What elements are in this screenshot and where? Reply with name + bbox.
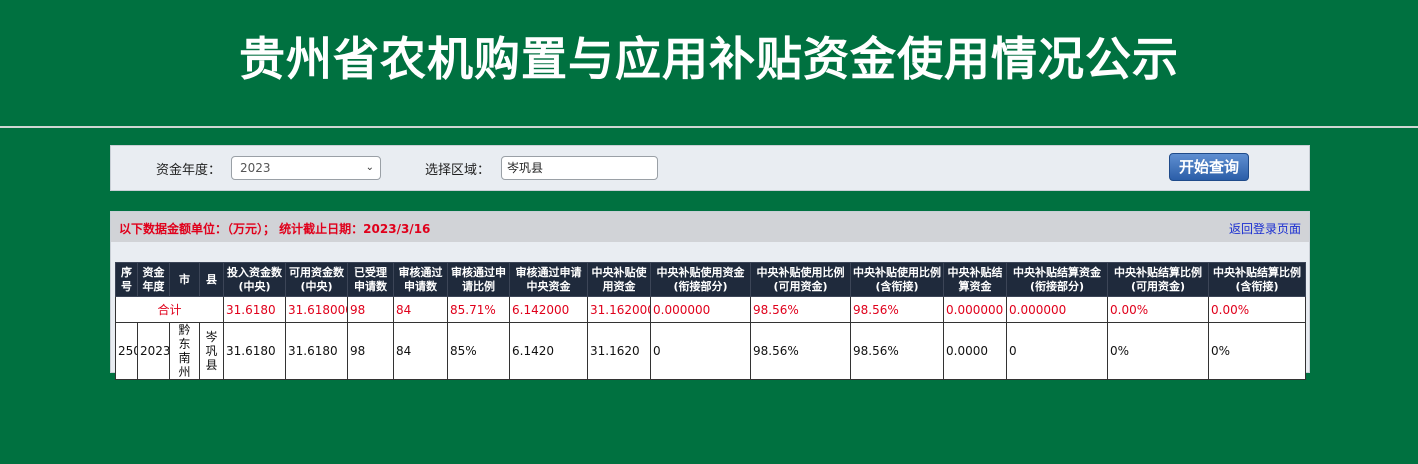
year-label: 资金年度： <box>156 163 222 178</box>
column-header: 审核通过申请中央资金 <box>509 262 588 297</box>
column-header: 中央补贴结算比例(可用资金) <box>1107 262 1209 297</box>
unit-info-text: 以下数据金额单位：（万元）； 统计截止日期：2023/3/16 <box>119 222 431 236</box>
total-cell: 84 <box>393 296 448 323</box>
table-cell: 0.0000 <box>943 322 1007 380</box>
column-header: 县 <box>199 262 224 297</box>
total-cell: 0.00% <box>1208 296 1306 323</box>
column-header: 中央补贴结算资金(衔接部分) <box>1006 262 1108 297</box>
total-cell: 98.56% <box>850 296 944 323</box>
total-cell: 98 <box>347 296 394 323</box>
column-header: 审核通过申请比例 <box>447 262 510 297</box>
column-header: 市 <box>169 262 200 297</box>
table-cell: 0 <box>1006 322 1108 380</box>
table-cell: 31.6180 <box>223 322 286 380</box>
table-cell: 0% <box>1208 322 1306 380</box>
table-cell: 岑巩县 <box>199 322 224 380</box>
column-header: 序号 <box>115 262 138 297</box>
column-header: 投入资金数(中央) <box>223 262 286 297</box>
column-header: 已受理申请数 <box>347 262 394 297</box>
region-label: 选择区域： <box>425 163 491 178</box>
column-header: 可用资金数(中央) <box>285 262 348 297</box>
table-cell: 31.1620 <box>587 322 651 380</box>
year-select[interactable]: 2023 ⌄ <box>231 156 381 180</box>
table-row: 2502023黔东南州岑巩县31.618031.6180988485%6.142… <box>115 322 1306 380</box>
total-cell: 31.6180 <box>223 296 286 323</box>
info-bar: 以下数据金额单位：（万元）； 统计截止日期：2023/3/16 返回登录页面 <box>111 212 1309 242</box>
total-row: 合计 31.6180 31.618000 98 84 85.71% 6.142000 31.1… <box>115 296 1306 323</box>
region-input[interactable]: 岑巩县 <box>501 156 658 180</box>
table-cell: 0% <box>1107 322 1209 380</box>
table-cell: 31.6180 <box>285 322 348 380</box>
total-cell: 6.142000 <box>509 296 588 323</box>
total-cell: 85.71% <box>447 296 510 323</box>
back-to-login-link[interactable]: 返回登录页面 <box>1229 220 1301 237</box>
page-title: 贵州省农机购置与应用补贴资金使用情况公示 <box>239 32 1179 86</box>
total-cell: 31.618000 <box>285 296 348 323</box>
table-header-row: 序号 资金年度市县投入资金数(中央) 可用资金数(中央) 已受理申请数 审核通过申请数审… <box>115 262 1306 297</box>
column-header: 资金年度 <box>137 262 170 297</box>
column-header: 中央补贴使用资金(衔接部分) <box>650 262 751 297</box>
total-cell: 0.00% <box>1107 296 1209 323</box>
table-cell: 6.1420 <box>509 322 588 380</box>
total-cell: 0.000000 <box>650 296 751 323</box>
column-header: 中央补贴结算比例(含衔接) <box>1208 262 1306 297</box>
table-cell: 98.56% <box>750 322 851 380</box>
result-panel: 以下数据金额单位：（万元）； 统计截止日期：2023/3/16 返回登录页面 序… <box>110 211 1310 380</box>
column-header: 中央补贴使用比例(可用资金) <box>750 262 851 297</box>
total-cell: 31.162000 <box>587 296 651 323</box>
total-cell: 98.56% <box>750 296 851 323</box>
total-cell: 0.000000 <box>1006 296 1108 323</box>
table-cell: 2023 <box>137 322 170 380</box>
table-cell: 85% <box>447 322 510 380</box>
query-button[interactable]: 开始查询 <box>1169 153 1249 181</box>
subsidy-table: 序号 资金年度市县投入资金数(中央) 可用资金数(中央) 已受理申请数 审核通过申请数审… <box>115 262 1306 380</box>
total-cell: 0.000000 <box>943 296 1007 323</box>
table-wrap: 序号 资金年度市县投入资金数(中央) 可用资金数(中央) 已受理申请数 审核通过申请数审… <box>115 262 1306 380</box>
column-header: 审核通过申请数 <box>393 262 448 297</box>
header: 贵州省农机购置与应用补贴资金使用情况公示 <box>0 0 1418 126</box>
total-label: 合计 <box>115 296 224 323</box>
column-header: 中央补贴使用比例(含衔接) <box>850 262 944 297</box>
column-header: 中央补贴结算资金 <box>943 262 1007 297</box>
table-cell: 84 <box>393 322 448 380</box>
chevron-down-icon: ⌄ <box>365 162 374 173</box>
column-header: 中央补贴使用资金 <box>587 262 651 297</box>
table-cell: 黔东南州 <box>169 322 200 380</box>
header-divider <box>0 126 1418 128</box>
table-cell: 98.56% <box>850 322 944 380</box>
filter-bar: 资金年度： 2023 ⌄ 选择区域： 岑巩县 开始查询 <box>110 145 1310 191</box>
table-cell: 250 <box>115 322 138 380</box>
table-cell: 98 <box>347 322 394 380</box>
table-cell: 0 <box>650 322 751 380</box>
year-select-value: 2023 <box>240 161 271 175</box>
